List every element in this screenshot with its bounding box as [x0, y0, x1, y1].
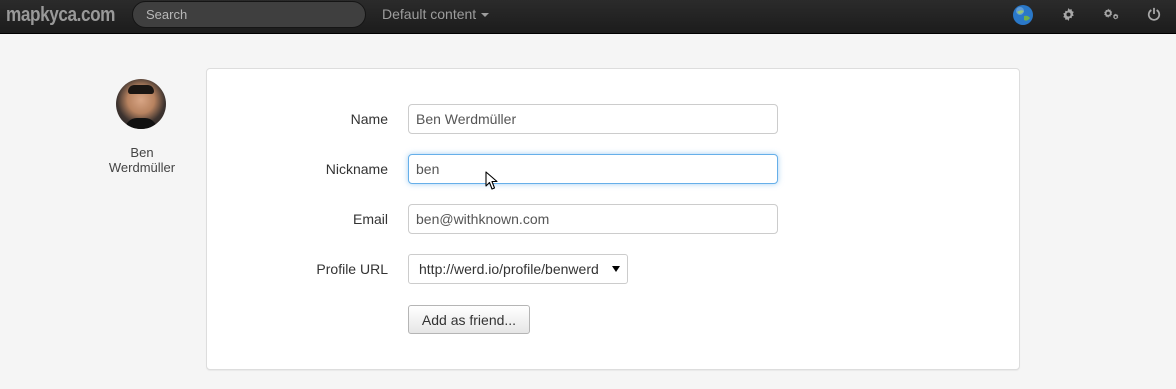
nickname-field[interactable] — [408, 154, 778, 184]
email-field[interactable] — [408, 204, 778, 234]
mouse-cursor-icon — [485, 171, 498, 190]
power-icon[interactable] — [1144, 4, 1164, 24]
add-as-friend-button[interactable]: Add as friend... — [408, 305, 530, 334]
default-content-label: Default content — [382, 6, 477, 22]
dropdown-arrow-icon — [612, 266, 620, 272]
default-content-menu[interactable]: Default content — [382, 6, 490, 22]
profile-url-value: http://werd.io/profile/benwerd — [419, 261, 599, 277]
avatar[interactable] — [116, 79, 166, 129]
profile-url-label: Profile URL — [316, 261, 388, 277]
gears-icon[interactable] — [1101, 4, 1121, 24]
gear-icon[interactable] — [1058, 4, 1078, 24]
name-label: Name — [350, 111, 388, 127]
avatar-shirt — [125, 118, 157, 129]
chevron-down-icon — [481, 13, 490, 18]
top-navbar: mapkyca.com Default content — [0, 0, 1176, 34]
nickname-label: Nickname — [325, 161, 388, 177]
avatar-hair — [128, 85, 154, 94]
profile-url-select[interactable]: http://werd.io/profile/benwerd — [408, 254, 628, 284]
profile-name[interactable]: Ben Werdmüller — [103, 145, 181, 175]
site-brand[interactable]: mapkyca.com — [6, 4, 115, 27]
globe-icon[interactable] — [1012, 4, 1034, 26]
email-label: Email — [352, 211, 388, 227]
name-field[interactable] — [408, 104, 778, 134]
search-input[interactable] — [132, 1, 366, 28]
